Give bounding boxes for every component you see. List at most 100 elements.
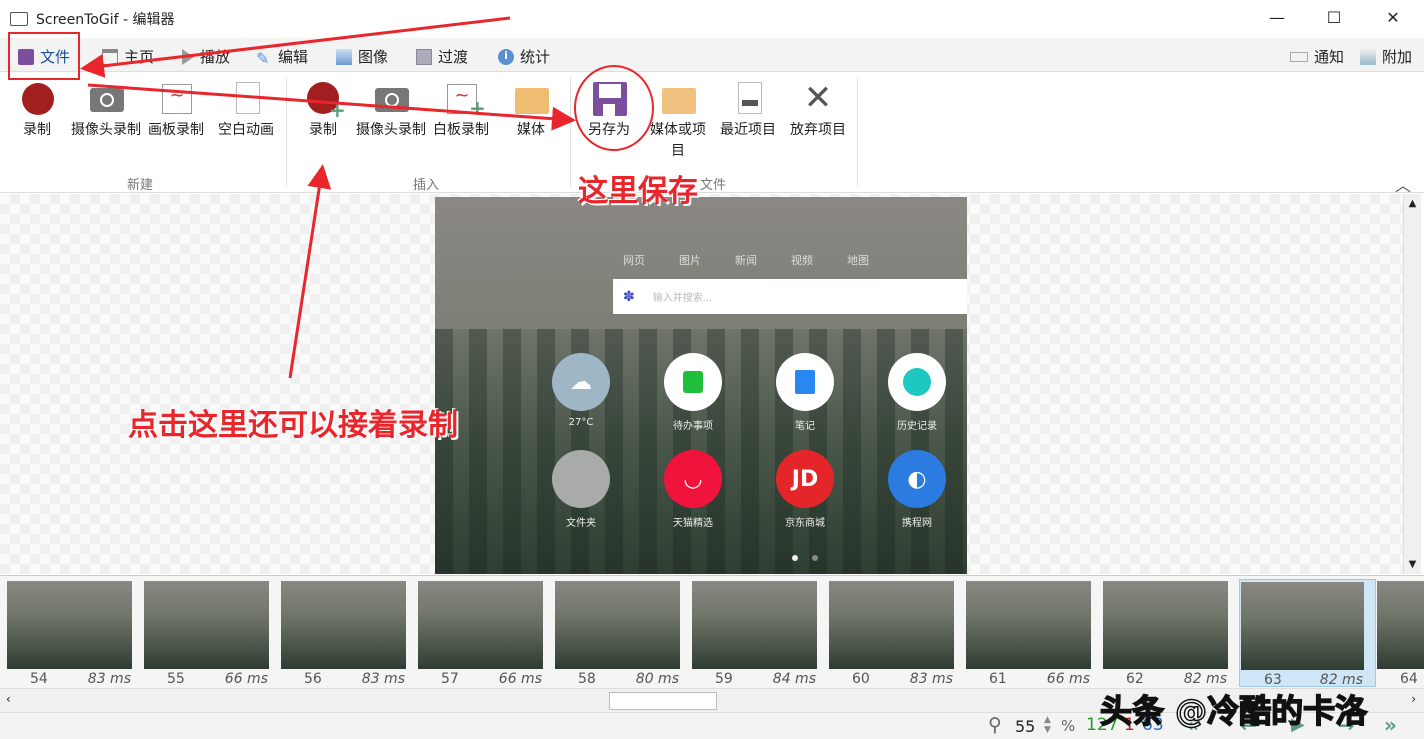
insert-board-recording-button[interactable]: ~+白板录制 xyxy=(426,80,496,141)
frame-number: 64 xyxy=(1400,671,1418,687)
scroll-left-icon[interactable]: ‹ xyxy=(6,692,11,706)
frame-duration: 83 ms xyxy=(910,671,953,687)
frame-image xyxy=(281,581,406,669)
zoom-stepper[interactable]: ▲▼ xyxy=(1044,715,1051,735)
frame-thumbnail[interactable]: 5483 ms xyxy=(6,579,143,687)
save-icon xyxy=(18,49,34,65)
record-icon xyxy=(19,80,55,116)
tab-home[interactable]: 主页 xyxy=(102,46,154,67)
frame-thumbnail[interactable]: 6382 ms xyxy=(1239,579,1376,687)
frame-duration: 83 ms xyxy=(88,671,131,687)
tab-image[interactable]: 图像 xyxy=(336,46,388,67)
tab-label: 通知 xyxy=(1314,46,1344,67)
play-icon xyxy=(182,49,194,65)
zoom-icon: ⚲ xyxy=(988,714,1002,736)
app-history: 历史记录 xyxy=(877,353,957,432)
tab-play[interactable]: 播放 xyxy=(182,46,230,67)
tab-statistics[interactable]: i统计 xyxy=(498,46,550,67)
nav-link: 网页 xyxy=(623,252,645,268)
tab-edit[interactable]: ✎编辑 xyxy=(256,46,308,67)
frame-image xyxy=(966,581,1091,669)
button-label: 空白动画 xyxy=(218,122,274,138)
frame-thumbnail[interactable]: 5683 ms xyxy=(280,579,417,687)
recent-projects-button[interactable]: 最近项目 xyxy=(712,80,784,141)
app-notes: 笔记 xyxy=(765,353,845,432)
frame-duration: 82 ms xyxy=(1184,671,1227,687)
frame-thumbnail[interactable]: 64 xyxy=(1376,579,1424,687)
ribbon-tabs: 文件 主页 播放 ✎编辑 图像 过渡 i统计 通知 附加 xyxy=(0,38,1424,72)
percent-label: % xyxy=(1061,717,1075,735)
button-label: 摄像头录制 xyxy=(356,122,426,138)
frame-thumbnail[interactable]: 6083 ms xyxy=(828,579,965,687)
frame-preview: 网页图片新闻视频地图 ✽输入并搜索... ☁27°C 待办事项 笔记 历史记录 … xyxy=(435,197,967,574)
button-label: 摄像头录制 xyxy=(71,122,141,138)
app-folder: 文件夹 xyxy=(541,450,621,529)
nav-link: 新闻 xyxy=(735,252,757,268)
camera-icon xyxy=(88,80,124,116)
page-dot xyxy=(812,555,818,561)
save-icon xyxy=(591,80,627,116)
frame-number: 62 xyxy=(1126,671,1144,687)
zoom-value[interactable]: 55 xyxy=(1015,717,1035,736)
annotation-save-here: 这里保存 xyxy=(578,166,698,210)
tab-label: 编辑 xyxy=(278,46,308,67)
app-todo: 待办事项 xyxy=(653,353,733,432)
frame-number: 57 xyxy=(441,671,459,687)
separator xyxy=(857,78,858,186)
close-button[interactable]: ✕ xyxy=(1383,8,1403,28)
watermark: 头条 @冷酷的卡洛 xyxy=(1100,686,1367,732)
baidu-paw-icon: ✽ xyxy=(623,289,635,305)
record-add-icon: + xyxy=(305,80,341,116)
open-media-or-project-button[interactable]: 媒体或项目 xyxy=(644,80,712,162)
new-board-recording-button[interactable]: ~ 画板录制 xyxy=(140,80,212,141)
annotation-continue-recording: 点击这里还可以接着录制 xyxy=(128,400,458,444)
scroll-thumb[interactable] xyxy=(609,692,717,710)
ribbon: 录制 摄像头录制 ~画板录制 空白动画 新建 +录制 摄像头录制 ~+白板录制 … xyxy=(0,72,1424,193)
frame-number: 59 xyxy=(715,671,733,687)
discard-project-button[interactable]: ✕放弃项目 xyxy=(782,80,854,141)
frame-number: 56 xyxy=(304,671,322,687)
frame-number: 61 xyxy=(989,671,1007,687)
button-label: 放弃项目 xyxy=(790,122,846,138)
board-icon: ~ xyxy=(158,80,194,116)
button-label: 另存为 xyxy=(588,122,630,138)
frame-thumbnail[interactable]: 62 82 ms xyxy=(1102,579,1239,687)
frame-number: 55 xyxy=(167,671,185,687)
tab-transition[interactable]: 过渡 xyxy=(416,46,468,67)
new-webcam-recording-button[interactable]: 摄像头录制 xyxy=(70,80,142,141)
folder-icon xyxy=(513,80,549,116)
group-label-insert: 插入 xyxy=(413,174,439,193)
group-label-file: 文件 xyxy=(700,174,726,193)
insert-recording-button[interactable]: +录制 xyxy=(288,80,358,141)
scroll-right-icon[interactable]: › xyxy=(1411,692,1416,706)
frame-thumbnail[interactable]: 5566 ms xyxy=(143,579,280,687)
frame-image xyxy=(555,581,680,669)
nav-link: 图片 xyxy=(679,252,701,268)
last-frame-button[interactable]: » xyxy=(1384,713,1397,737)
frame-thumbnail[interactable]: 5984 ms xyxy=(691,579,828,687)
frame-thumbnail[interactable]: 6166 ms xyxy=(965,579,1102,687)
frame-image xyxy=(144,581,269,669)
info-icon: i xyxy=(498,49,514,65)
button-label: 白板录制 xyxy=(433,122,489,138)
frame-thumbnail[interactable]: 5880 ms xyxy=(554,579,691,687)
button-label: 画板录制 xyxy=(148,122,204,138)
insert-media-button[interactable]: 媒体 xyxy=(496,80,566,141)
maximize-button[interactable]: ☐ xyxy=(1324,8,1344,28)
button-label: 媒体 xyxy=(517,122,545,138)
blank-page-icon xyxy=(228,80,264,116)
extras-button[interactable]: 附加 xyxy=(1360,46,1412,67)
collapse-ribbon-icon[interactable]: ︿ xyxy=(1395,172,1411,196)
frame-image xyxy=(829,581,954,669)
insert-webcam-recording-button[interactable]: 摄像头录制 xyxy=(356,80,426,141)
vertical-scrollbar[interactable]: ▲▼ xyxy=(1403,194,1421,574)
frame-thumbnail[interactable]: 5766 ms xyxy=(417,579,554,687)
minimize-button[interactable]: — xyxy=(1267,8,1287,28)
button-label: 录制 xyxy=(23,122,51,138)
notifications-button[interactable]: 通知 xyxy=(1290,46,1344,67)
save-as-button[interactable]: 另存为 xyxy=(574,80,644,141)
tab-file[interactable]: 文件 xyxy=(18,46,70,67)
nav-link: 地图 xyxy=(847,252,869,268)
new-recording-button[interactable]: 录制 xyxy=(2,80,72,141)
new-blank-animation-button[interactable]: 空白动画 xyxy=(210,80,282,141)
